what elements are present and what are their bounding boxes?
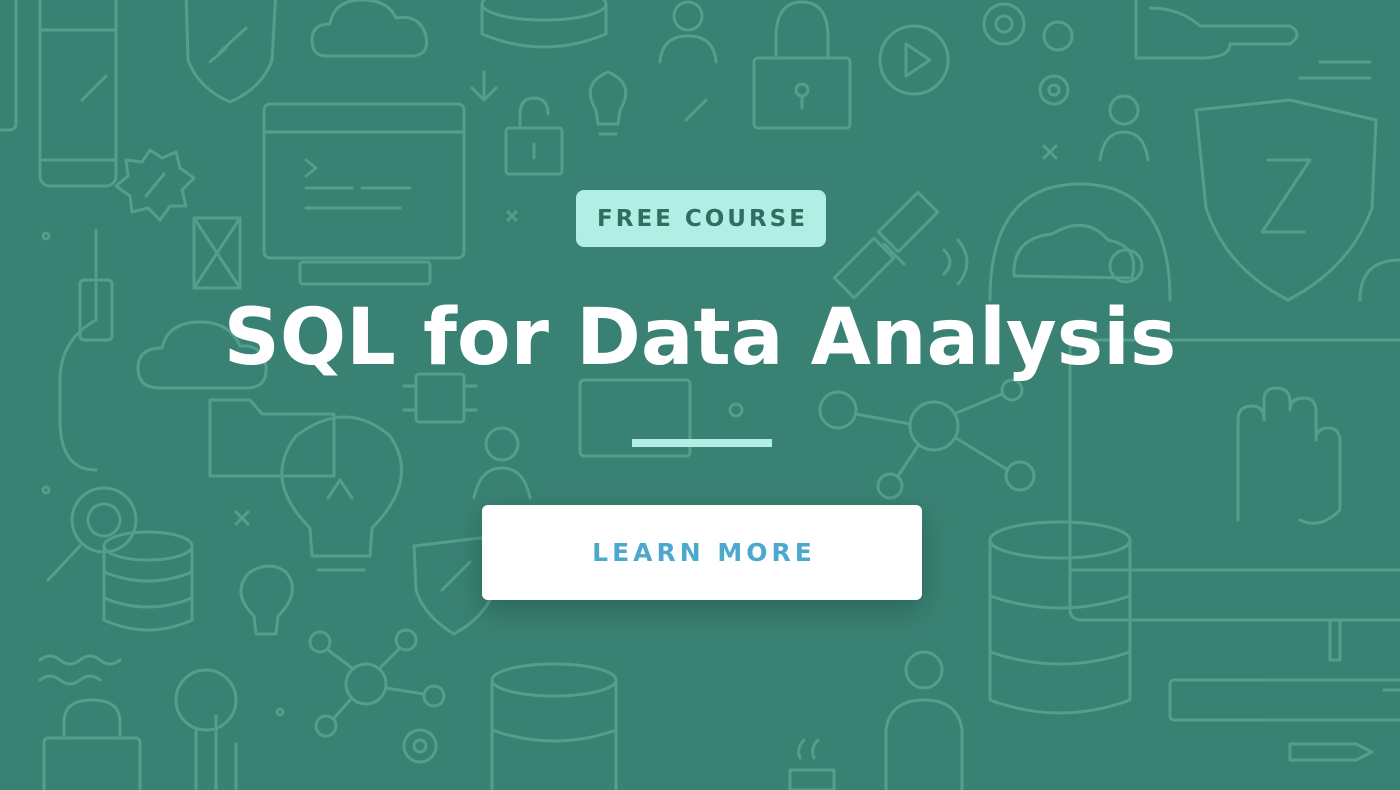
- free-course-badge: FREE COURSE: [576, 190, 826, 247]
- learn-more-button[interactable]: LEARN MORE: [482, 505, 922, 600]
- banner-content: FREE COURSE SQL for Data Analysis LEARN …: [0, 0, 1400, 790]
- title-divider: [632, 439, 772, 447]
- course-banner: FREE COURSE SQL for Data Analysis LEARN …: [0, 0, 1400, 790]
- course-title: SQL for Data Analysis: [223, 293, 1177, 383]
